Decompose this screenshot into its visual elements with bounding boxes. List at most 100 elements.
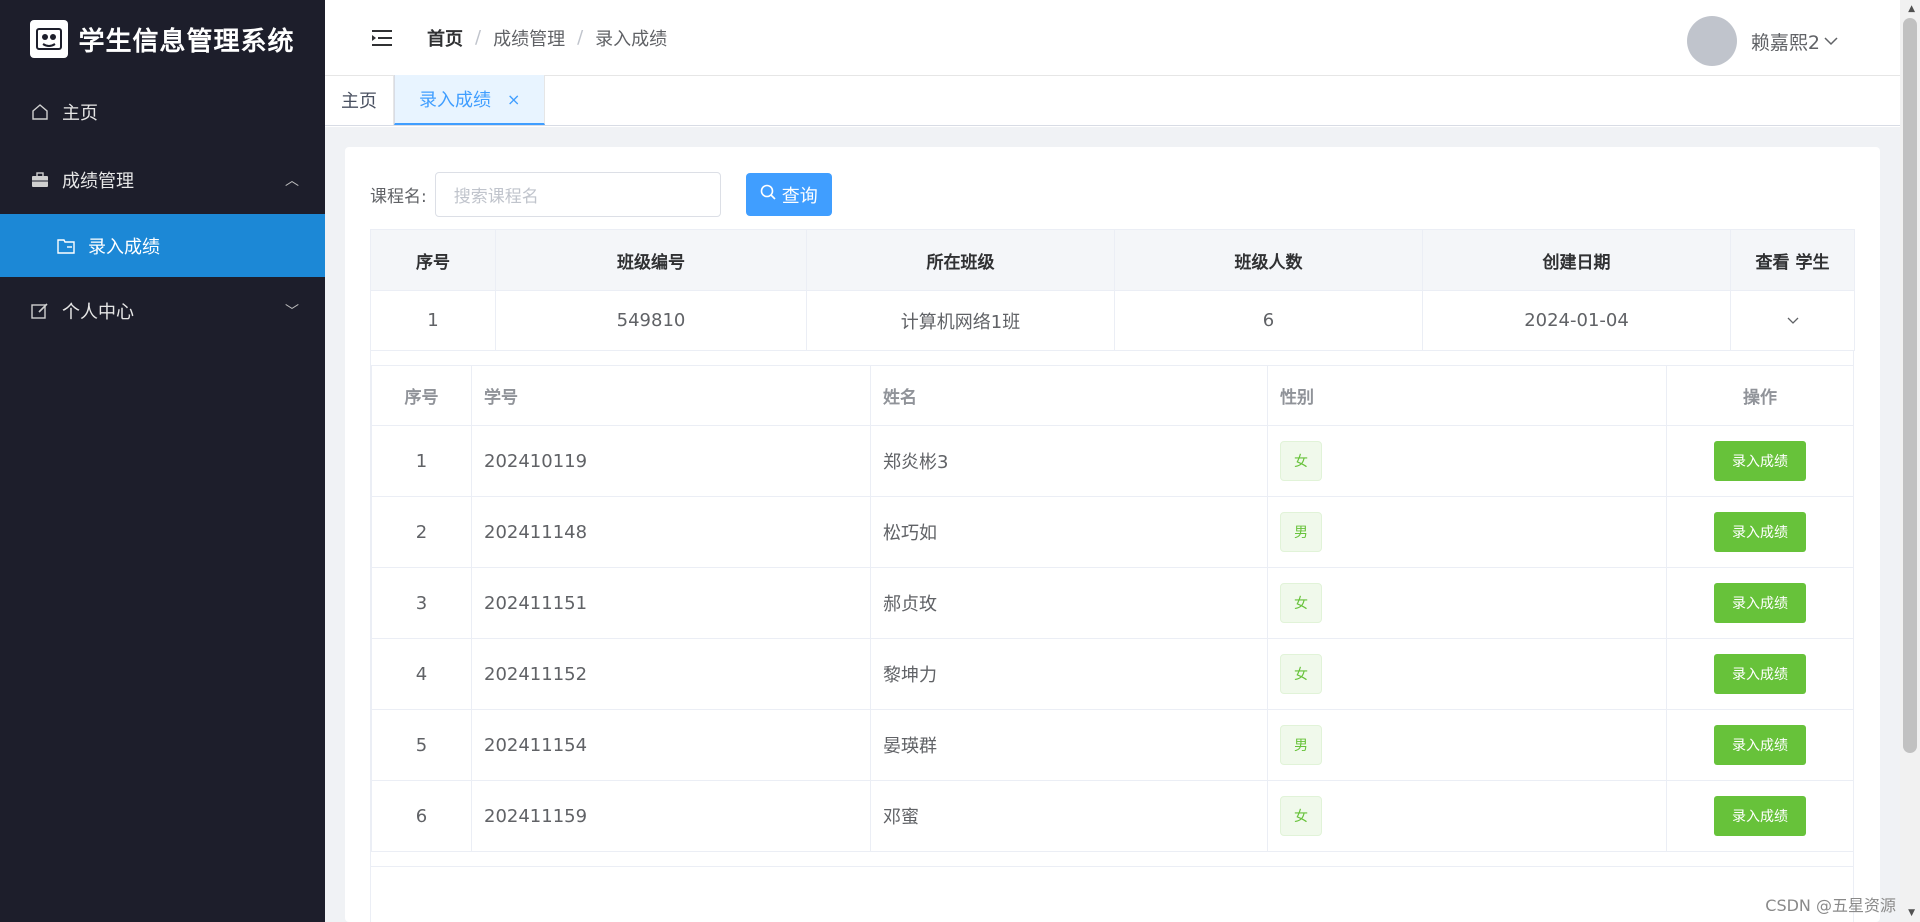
cell-action: 录入成绩	[1666, 638, 1854, 710]
breadcrumb-separator: /	[577, 27, 584, 48]
cell-count: 6	[1114, 290, 1423, 351]
cell-name: 郝贞玫	[870, 567, 1268, 639]
sidebar-item-label: 录入成绩	[88, 236, 160, 258]
query-button[interactable]: 查询	[745, 173, 832, 216]
cell-name: 郑炎彬3	[870, 425, 1268, 497]
column-header: 操作	[1666, 365, 1854, 426]
gender-tag: 男	[1280, 725, 1322, 765]
briefcase-icon	[30, 170, 50, 190]
tab-label: 主页	[341, 91, 377, 112]
cell-action: 录入成绩	[1666, 425, 1854, 497]
scrollbar-thumb[interactable]	[1903, 18, 1917, 753]
query-button-label: 查询	[781, 185, 818, 207]
tab-enter-grades[interactable]: 录入成绩 ×	[394, 75, 546, 125]
breadcrumb: 首页 / 成绩管理 / 录入成绩	[427, 25, 667, 51]
table-row: 5 202411154 晏瑛群 男 录入成绩	[371, 709, 1854, 781]
username[interactable]: 赖嘉熙2	[1751, 28, 1820, 55]
table-header-row: 序号 班级编号 所在班级 班级人数 创建日期 查看 学生	[370, 229, 1855, 291]
user-menu[interactable]: 赖嘉熙2	[1686, 16, 1838, 66]
cell-created: 2024-01-04	[1422, 290, 1731, 351]
gender-tag: 女	[1280, 654, 1322, 694]
sidebar-item-personal-center[interactable]: 个人中心 ﹀	[0, 277, 325, 345]
home-icon	[30, 102, 50, 122]
avatar[interactable]	[1686, 16, 1737, 66]
column-header: 创建日期	[1422, 229, 1731, 291]
expand-chevron-icon[interactable]	[1786, 314, 1800, 330]
cell-name: 邓蜜	[870, 780, 1268, 852]
enter-grade-button[interactable]: 录入成绩	[1714, 512, 1806, 552]
app-title: 学生信息管理系统	[78, 26, 295, 57]
table-header-row: 序号 学号 姓名 性别 操作	[371, 365, 1854, 426]
column-header: 班级人数	[1114, 229, 1423, 291]
column-header: 序号	[371, 365, 472, 426]
tab-label: 录入成绩	[419, 90, 491, 111]
table-row: 4 202411152 黎坤力 女 录入成绩	[371, 638, 1854, 710]
watermark: CSDN @五星资源	[1765, 896, 1896, 915]
cell-index: 1	[371, 425, 472, 497]
cell-action: 录入成绩	[1666, 496, 1854, 568]
close-icon[interactable]: ×	[507, 90, 520, 109]
column-header: 姓名	[870, 365, 1268, 426]
gender-tag: 女	[1280, 796, 1322, 836]
gender-tag: 女	[1280, 583, 1322, 623]
table-row: 6 202411159 邓蜜 女 录入成绩	[371, 780, 1854, 852]
cell-index: 3	[371, 567, 472, 639]
column-header: 班级编号	[495, 229, 807, 291]
sidebar-item-label: 成绩管理	[62, 171, 134, 192]
scroll-down-arrow-icon[interactable]: ▼	[1908, 908, 1915, 918]
cell-index: 5	[371, 709, 472, 781]
column-header: 所在班级	[806, 229, 1115, 291]
column-header: 性别	[1267, 365, 1667, 426]
search-bar: 课程名: 搜索课程名 查询	[370, 172, 832, 217]
page-scrollbar[interactable]: ▲ ▼	[1900, 0, 1920, 922]
cell-class-name: 计算机网络1班	[806, 290, 1115, 351]
cell-gender: 男	[1267, 709, 1667, 781]
enter-grade-button[interactable]: 录入成绩	[1714, 725, 1806, 765]
gender-tag: 男	[1280, 512, 1322, 552]
cell-gender: 男	[1267, 496, 1667, 568]
sidebar-item-home[interactable]: 主页	[0, 78, 325, 146]
enter-grade-button[interactable]: 录入成绩	[1714, 654, 1806, 694]
cell-gender: 女	[1267, 638, 1667, 710]
logo-icon	[30, 20, 69, 58]
sidebar-item-grade-management[interactable]: 成绩管理 ︿	[0, 146, 325, 214]
tab-home[interactable]: 主页	[325, 75, 394, 125]
enter-grade-button[interactable]: 录入成绩	[1714, 441, 1806, 481]
student-table: 序号 学号 姓名 性别 操作 1 202410119 郑炎彬3 女 录入成绩 2…	[371, 365, 1854, 852]
sidebar-item-enter-grades[interactable]: 录入成绩	[0, 214, 325, 277]
chevron-down-icon[interactable]	[1824, 31, 1838, 51]
sidebar-item-label: 主页	[62, 103, 98, 124]
top-header: 首页 / 成绩管理 / 录入成绩 赖嘉熙2	[325, 0, 1900, 76]
scroll-up-arrow-icon[interactable]: ▲	[1908, 4, 1915, 14]
sidebar: 学生信息管理系统 主页 成绩管理 ︿ 录入成绩 个人中心 ﹀	[0, 0, 325, 922]
cell-name: 晏瑛群	[870, 709, 1268, 781]
app-logo: 学生信息管理系统	[0, 0, 325, 78]
cell-action: 录入成绩	[1666, 567, 1854, 639]
course-search-input[interactable]: 搜索课程名	[434, 172, 721, 217]
cell-gender: 女	[1267, 780, 1667, 852]
cell-expand	[1730, 290, 1855, 351]
breadcrumb-grade-management: 成绩管理	[493, 28, 566, 50]
cell-index: 6	[371, 780, 472, 852]
cell-gender: 女	[1267, 425, 1667, 497]
enter-grade-button[interactable]: 录入成绩	[1714, 796, 1806, 836]
cell-student-id: 202410119	[471, 425, 871, 497]
gender-tag: 女	[1280, 441, 1322, 481]
cell-action: 录入成绩	[1666, 709, 1854, 781]
folder-icon	[56, 236, 76, 256]
cell-student-id: 202411152	[471, 638, 871, 710]
breadcrumb-home[interactable]: 首页	[427, 25, 463, 51]
breadcrumb-separator: /	[475, 27, 482, 48]
cell-class-id: 549810	[495, 290, 807, 351]
table-row: 1 549810 计算机网络1班 6 2024-01-04	[370, 290, 1855, 351]
search-icon	[760, 184, 776, 205]
course-name-label: 课程名:	[370, 187, 427, 207]
menu-toggle-icon[interactable]	[371, 29, 399, 47]
table-row: 2 202411148 松巧如 男 录入成绩	[371, 496, 1854, 568]
cell-name: 松巧如	[870, 496, 1268, 568]
class-table: 序号 班级编号 所在班级 班级人数 创建日期 查看 学生 1 549810 计算…	[370, 229, 1855, 351]
enter-grade-button[interactable]: 录入成绩	[1714, 583, 1806, 623]
column-header: 查看 学生	[1730, 229, 1855, 291]
cell-index: 1	[370, 290, 496, 351]
column-header: 序号	[370, 229, 496, 291]
